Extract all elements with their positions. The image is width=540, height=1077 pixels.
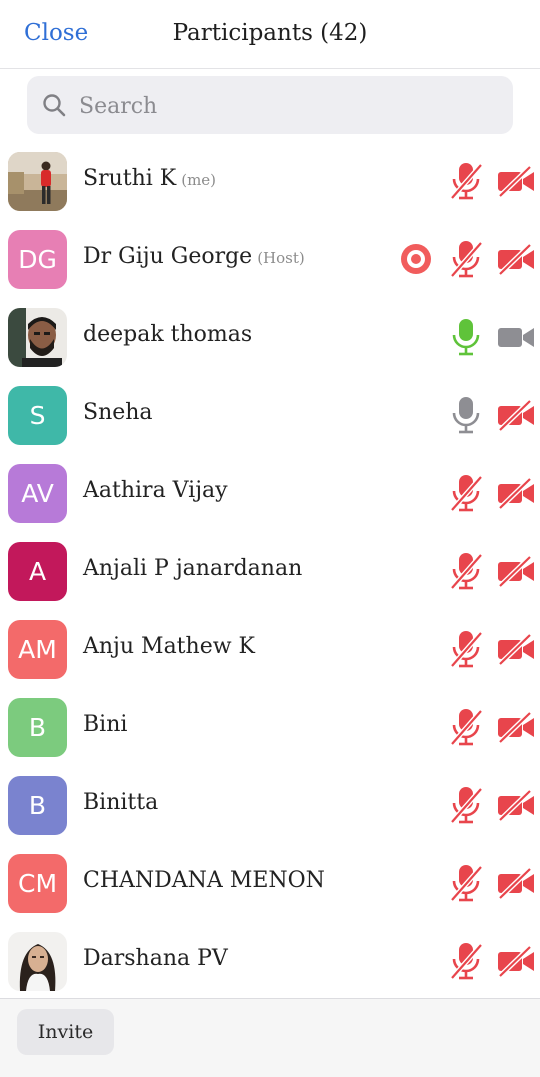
video-off-icon[interactable] — [496, 866, 536, 900]
video-off-icon[interactable] — [496, 164, 536, 198]
participant-row[interactable]: CM CHANDANA MENON — [0, 844, 540, 922]
recording-icon — [400, 243, 432, 275]
video-off-icon[interactable] — [496, 242, 536, 276]
participant-row[interactable]: AM Anju Mathew K — [0, 610, 540, 688]
participant-name-line: Aathira Vijay — [83, 478, 228, 503]
avatar: AM — [8, 620, 67, 679]
participant-name-line: Binitta — [83, 790, 158, 815]
video-off-icon[interactable] — [496, 944, 536, 978]
participant-name: Binitta — [83, 790, 159, 815]
participant-row[interactable]: A Anjali P janardanan — [0, 532, 540, 610]
page-title: Participants (42) — [172, 20, 368, 46]
participant-row[interactable]: deepak thomas — [0, 298, 540, 376]
video-off-icon[interactable] — [496, 476, 536, 510]
header-bar: Close Participants (42) — [0, 0, 540, 69]
avatar: B — [8, 698, 67, 757]
participant-list: Sruthi K (me) DG Dr Giju George (Host) deepak… — [0, 142, 540, 1000]
avatar — [8, 152, 67, 211]
search-icon — [43, 94, 66, 117]
mic-muted-icon[interactable] — [449, 629, 483, 669]
avatar: B — [8, 776, 67, 835]
mic-muted-icon[interactable] — [449, 941, 483, 981]
participant-row[interactable]: DG Dr Giju George (Host) — [0, 220, 540, 298]
participant-name: Darshana PV — [83, 946, 228, 971]
participant-row[interactable]: B Binitta — [0, 766, 540, 844]
video-off-icon[interactable] — [496, 632, 536, 666]
participant-role: (Host) — [257, 249, 305, 267]
mic-muted-icon[interactable] — [449, 863, 483, 903]
participant-row[interactable]: Darshana PV — [0, 922, 540, 1000]
participant-name-line: Bini — [83, 712, 127, 737]
avatar: AV — [8, 464, 67, 523]
participant-role: (me) — [181, 171, 217, 189]
avatar: DG — [8, 230, 67, 289]
mic-muted-icon[interactable] — [449, 551, 483, 591]
participant-row[interactable]: Sruthi K (me) — [0, 142, 540, 220]
mic-muted-icon[interactable] — [449, 473, 483, 513]
video-off-icon[interactable] — [496, 554, 536, 588]
participant-name: Sruthi K — [83, 166, 177, 191]
participant-name: Dr Giju George — [83, 244, 253, 269]
footer-bar: Invite — [0, 998, 540, 1077]
video-icon[interactable] — [496, 320, 536, 354]
participant-name: deepak thomas — [83, 322, 253, 347]
participant-name-line: Anju Mathew K — [83, 634, 255, 659]
avatar: S — [8, 386, 67, 445]
mic-muted-icon[interactable] — [449, 785, 483, 825]
search-bar[interactable] — [27, 76, 513, 134]
participant-name: Anjali P janardanan — [83, 556, 303, 581]
mic-muted-icon[interactable] — [449, 239, 483, 279]
participant-row[interactable]: AV Aathira Vijay — [0, 454, 540, 532]
mic-muted-icon[interactable] — [449, 707, 483, 747]
search-input[interactable] — [77, 88, 501, 124]
participant-name: Bini — [83, 712, 128, 737]
mic-muted-icon[interactable] — [449, 161, 483, 201]
participant-row[interactable]: B Bini — [0, 688, 540, 766]
video-off-icon[interactable] — [496, 710, 536, 744]
participant-name-line: Darshana PV — [83, 946, 228, 971]
participant-name: Aathira Vijay — [83, 478, 228, 503]
avatar: A — [8, 542, 67, 601]
participant-name-line: deepak thomas — [83, 322, 252, 347]
video-off-icon[interactable] — [496, 398, 536, 432]
mic-icon[interactable] — [449, 317, 483, 357]
participant-name: Anju Mathew K — [83, 634, 255, 659]
avatar: CM — [8, 854, 67, 913]
participant-name-line: Sruthi K (me) — [83, 166, 216, 191]
avatar — [8, 932, 67, 991]
participant-name: CHANDANA MENON — [83, 868, 325, 893]
participant-name: Sneha — [83, 400, 153, 425]
participant-name-line: Anjali P janardanan — [83, 556, 302, 581]
mic-icon[interactable] — [449, 395, 483, 435]
participant-name-line: Sneha — [83, 400, 153, 425]
invite-button[interactable]: Invite — [17, 1009, 114, 1055]
video-off-icon[interactable] — [496, 788, 536, 822]
participant-name-line: Dr Giju George (Host) — [83, 244, 305, 269]
avatar — [8, 308, 67, 367]
participant-name-line: CHANDANA MENON — [83, 868, 325, 893]
participant-row[interactable]: S Sneha — [0, 376, 540, 454]
